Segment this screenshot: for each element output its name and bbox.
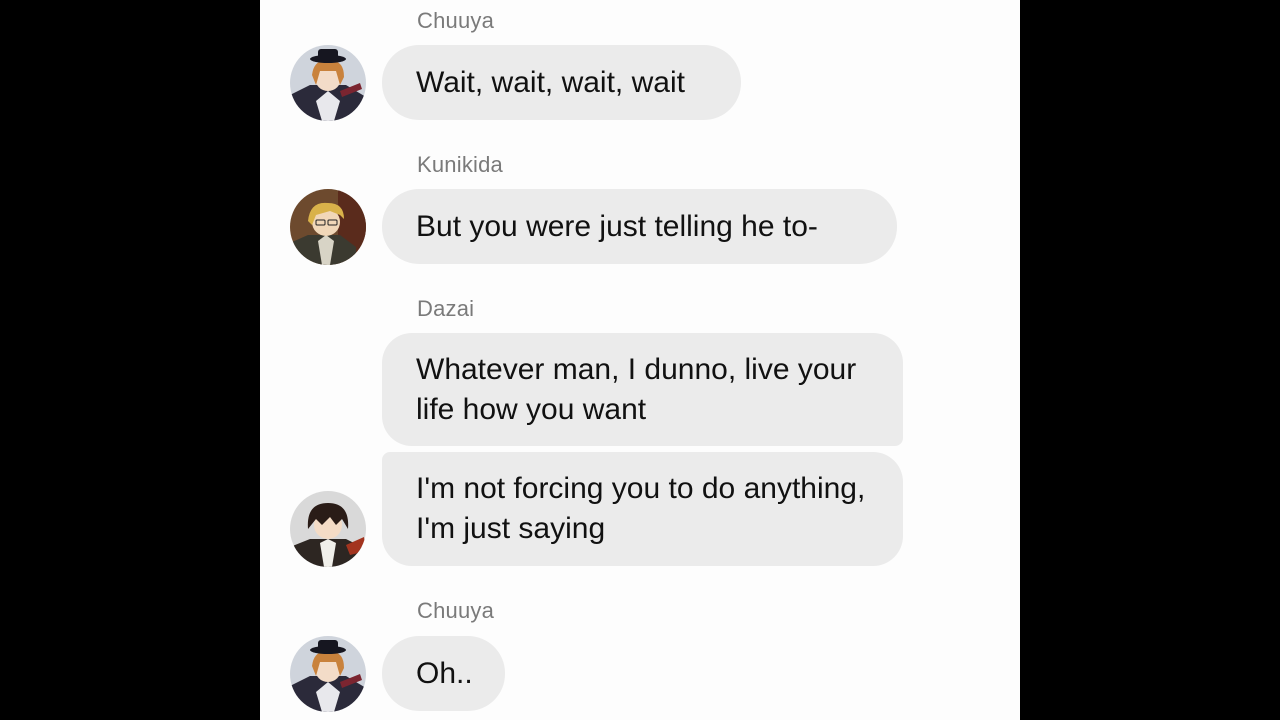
kunikida-avatar-icon — [290, 189, 366, 265]
chuuya-avatar-icon — [290, 636, 366, 712]
dazai-avatar-icon — [290, 491, 366, 567]
sender-name: Kunikida — [417, 152, 503, 177]
message-text: Wait, wait, wait, wait — [416, 65, 685, 99]
sender-name: Dazai — [417, 296, 475, 321]
chuuya-avatar[interactable] — [290, 45, 366, 121]
chuuya-avatar-icon — [290, 45, 366, 121]
message-bubble[interactable]: I'm not forcing you to do anything, I'm … — [382, 452, 903, 566]
sender-name: Chuuya — [417, 598, 495, 623]
chuuya-avatar[interactable] — [290, 636, 366, 712]
sender-name: Chuuya — [417, 8, 495, 33]
message-text: Oh.. — [416, 656, 473, 690]
message-bubble[interactable]: But you were just telling he to- — [382, 189, 897, 264]
kunikida-avatar[interactable] — [290, 189, 366, 265]
chat-panel: Chuuya Wait, wait, wait, wait Kunikida B… — [260, 0, 1020, 720]
message-text: But you were just telling he to- — [416, 209, 818, 243]
message-text: Whatever man, I dunno, live your life ho… — [416, 352, 857, 426]
dazai-avatar[interactable] — [290, 491, 366, 567]
message-text: I'm not forcing you to do anything, I'm … — [416, 472, 866, 545]
message-bubble[interactable]: Oh.. — [382, 636, 505, 711]
message-bubble[interactable]: Wait, wait, wait, wait — [382, 45, 741, 120]
message-bubble[interactable]: Whatever man, I dunno, live your life ho… — [382, 333, 903, 446]
video-frame: Chuuya Wait, wait, wait, wait Kunikida B… — [0, 0, 1280, 720]
